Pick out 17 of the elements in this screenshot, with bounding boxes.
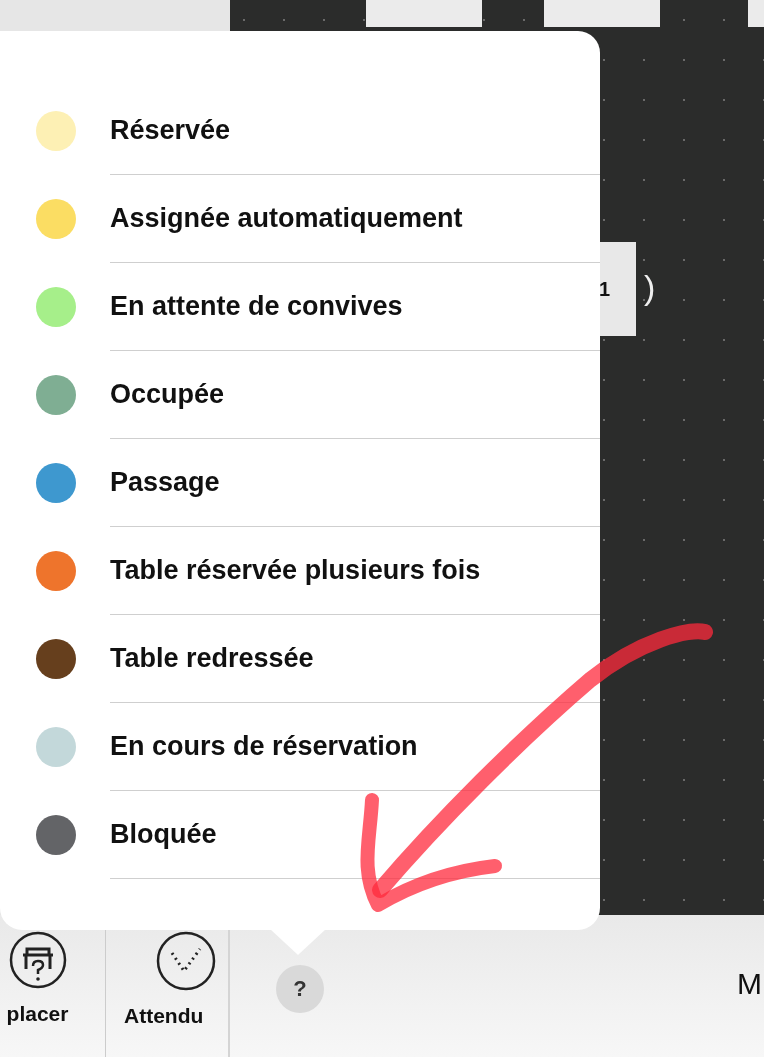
legend-label: Réservée (110, 87, 600, 175)
table-question-icon (8, 931, 67, 989)
legend-label: En attente de convives (110, 263, 600, 351)
legend-label: Occupée (110, 351, 600, 439)
toolbar-label: M (737, 966, 762, 1002)
table-tile[interactable] (366, 0, 482, 27)
legend-label: En cours de réservation (110, 703, 600, 791)
help-button[interactable]: ? (276, 965, 324, 1013)
table-tile[interactable] (748, 0, 764, 27)
legend-label: Table réservée plusieurs fois (110, 527, 600, 615)
legend-label: Table redressée (110, 615, 600, 703)
legend-label: Passage (110, 439, 600, 527)
legend-label: Bloquée (110, 791, 600, 879)
bracket-mark: ) (644, 270, 656, 304)
legend-label: Assignée automatiquement (110, 175, 600, 263)
table-tile[interactable] (544, 0, 660, 27)
dotted-check-icon (156, 931, 216, 991)
